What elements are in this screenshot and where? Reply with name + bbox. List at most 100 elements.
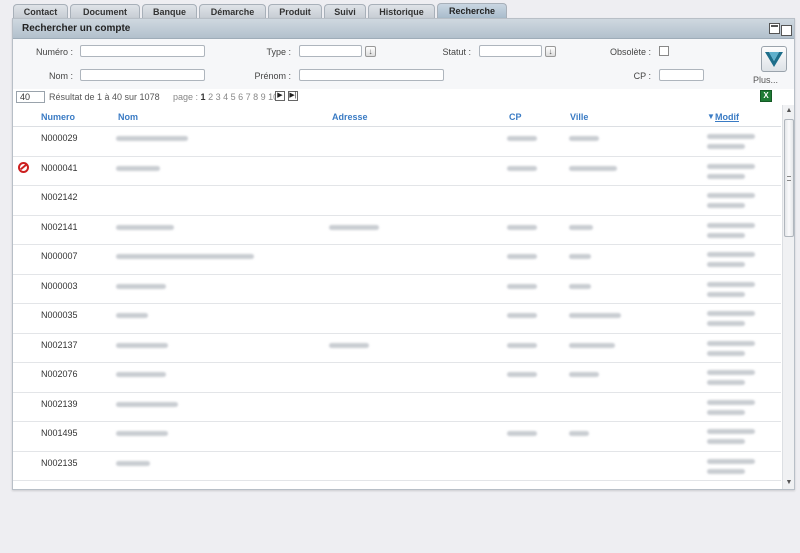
- col-ville[interactable]: Ville: [570, 112, 588, 122]
- tab-demarche[interactable]: Démarche: [199, 4, 266, 18]
- cell-cp-redacted: [507, 254, 537, 259]
- table-row[interactable]: N002141: [13, 215, 781, 245]
- page-links: page : 1 2 3 4 5 6 7 8 9 10: [173, 92, 278, 102]
- table-row[interactable]: N000007: [13, 245, 781, 275]
- more-link[interactable]: Plus...: [753, 75, 778, 85]
- table-row[interactable]: N002139: [13, 392, 781, 422]
- table-row[interactable]: N000035: [13, 304, 781, 334]
- forbidden-icon: [18, 161, 29, 173]
- restore-icon[interactable]: [781, 25, 792, 36]
- table-row[interactable]: N000041: [13, 156, 781, 186]
- col-nom[interactable]: Nom: [118, 112, 138, 122]
- table-row[interactable]: N000003: [13, 274, 781, 304]
- cell-cp-redacted: [507, 224, 537, 230]
- cell-ville-redacted: [569, 136, 599, 141]
- cell-ville-redacted: [569, 313, 621, 318]
- cell-cp-redacted: [507, 431, 537, 436]
- search-form: Numéro : Type : ↓ Statut : ↓ Obsolète : …: [13, 39, 794, 89]
- cell-modif-redacted: [707, 163, 755, 169]
- current-page: 1: [200, 92, 206, 102]
- cell-nom-redacted: [116, 136, 188, 141]
- cp-input[interactable]: [659, 69, 704, 81]
- statut-dropdown-icon[interactable]: ↓: [545, 46, 556, 57]
- table-body: N000029 N000041 N002142 N002141 N000007 …: [13, 127, 781, 481]
- excel-icon[interactable]: X: [760, 90, 772, 102]
- cell-ville-redacted: [569, 342, 615, 348]
- pager-bar: 40 Résultat de 1 à 40 sur 1078 page : 1 …: [13, 89, 794, 105]
- cell-nom-redacted: [116, 224, 174, 230]
- cell-modif-redacted: [707, 262, 745, 267]
- cell-numero: N002139: [41, 398, 78, 409]
- nom-input[interactable]: [80, 69, 205, 81]
- last-page-icon[interactable]: ▶|: [288, 91, 298, 101]
- tab-recherche[interactable]: Recherche: [437, 3, 507, 18]
- col-numero[interactable]: Numero: [41, 112, 75, 122]
- table-row[interactable]: N002142: [13, 186, 781, 216]
- cell-numero: N002141: [41, 221, 78, 232]
- tab-banque[interactable]: Banque: [142, 4, 197, 18]
- tab-produit[interactable]: Produit: [268, 4, 322, 18]
- minimize-icon[interactable]: [769, 23, 780, 34]
- cell-cp-redacted: [507, 342, 537, 348]
- check-v-icon: [765, 52, 783, 67]
- cell-modif-redacted: [707, 222, 755, 228]
- table-header: Numero Nom Adresse CP Ville ▼ Modif: [13, 105, 781, 127]
- vertical-scrollbar[interactable]: ▲ ▼: [782, 105, 794, 489]
- cell-modif-redacted: [707, 370, 755, 375]
- obsolete-label: Obsolète :: [609, 47, 651, 57]
- cell-modif-redacted: [707, 291, 745, 297]
- cell-numero: N000035: [41, 310, 78, 320]
- cell-nom-redacted: [116, 313, 148, 318]
- cell-nom-redacted: [116, 342, 168, 348]
- numero-input[interactable]: [80, 45, 205, 57]
- type-label: Type :: [266, 47, 291, 57]
- cell-modif-redacted: [707, 144, 745, 149]
- other-pages[interactable]: 2 3 4 5 6 7 8 9 10: [208, 92, 278, 102]
- page-label: page :: [173, 92, 199, 102]
- cell-modif-redacted: [707, 399, 755, 405]
- numero-label: Numéro :: [35, 47, 73, 57]
- search-panel: Rechercher un compte Numéro : Type : ↓ S…: [12, 18, 795, 490]
- col-adresse[interactable]: Adresse: [332, 112, 368, 122]
- cell-modif-redacted: [707, 311, 755, 316]
- cell-numero: N001495: [41, 428, 78, 438]
- scroll-thumb[interactable]: [784, 119, 794, 237]
- cell-ville-redacted: [569, 165, 617, 171]
- page-size-input[interactable]: 40: [16, 91, 45, 103]
- cell-cp-redacted: [507, 372, 537, 377]
- cell-nom-redacted: [116, 254, 254, 259]
- cell-numero: N002142: [41, 192, 78, 202]
- cell-nom-redacted: [116, 431, 168, 436]
- cell-cp-redacted: [507, 136, 537, 141]
- table-row[interactable]: N000029: [13, 127, 781, 157]
- type-dropdown-icon[interactable]: ↓: [365, 46, 376, 57]
- cp-label: CP :: [633, 71, 651, 81]
- col-cp[interactable]: CP: [509, 112, 522, 122]
- cell-numero: N002135: [41, 457, 78, 468]
- cell-modif-redacted: [707, 173, 745, 179]
- panel-header: Rechercher un compte: [13, 19, 794, 39]
- cell-modif-redacted: [707, 193, 755, 198]
- scroll-up-icon[interactable]: ▲: [784, 106, 794, 116]
- table-row[interactable]: N002137: [13, 333, 781, 363]
- type-select[interactable]: [299, 45, 362, 57]
- statut-label: Statut :: [442, 47, 471, 57]
- scroll-down-icon[interactable]: ▼: [784, 478, 794, 488]
- tab-document[interactable]: Document: [70, 4, 140, 18]
- statut-select[interactable]: [479, 45, 542, 57]
- tab-historique[interactable]: Historique: [368, 4, 435, 18]
- next-page-icon[interactable]: ▶: [275, 91, 285, 101]
- obsolete-checkbox[interactable]: [659, 46, 669, 56]
- tab-contact[interactable]: Contact: [13, 4, 68, 18]
- prenom-input[interactable]: [299, 69, 444, 81]
- search-button[interactable]: [761, 46, 787, 72]
- table-row[interactable]: N002135: [13, 451, 781, 481]
- tab-suivi[interactable]: Suivi: [324, 4, 366, 18]
- cell-modif-redacted: [707, 340, 755, 346]
- col-modif[interactable]: Modif: [715, 112, 739, 122]
- cell-modif-redacted: [707, 380, 745, 385]
- table-row[interactable]: N001495: [13, 422, 781, 452]
- cell-nom-redacted: [116, 401, 178, 407]
- table-row[interactable]: N002076: [13, 363, 781, 393]
- cell-ville-redacted: [569, 254, 591, 259]
